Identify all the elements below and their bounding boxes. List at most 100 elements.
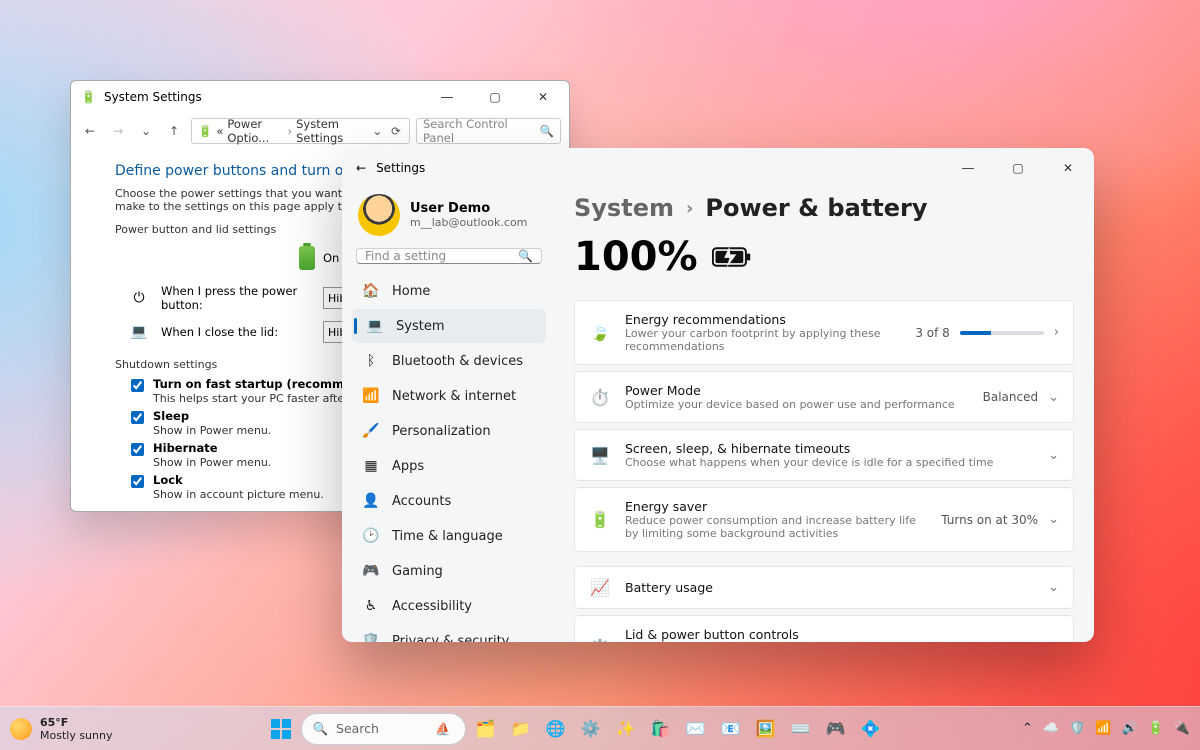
defender-icon[interactable]: 🛡️ xyxy=(1069,721,1085,736)
sidebar-item-gaming[interactable]: 🎮Gaming xyxy=(352,554,546,588)
chevron-icon: ⌄ xyxy=(1048,580,1059,595)
store-icon[interactable]: 🛍️ xyxy=(646,714,676,744)
volume-icon[interactable]: 🔊 xyxy=(1121,721,1137,736)
sidebar-item-label: Time & language xyxy=(392,529,503,544)
row-icon: ⏻ xyxy=(127,286,151,310)
tray-chevron-icon[interactable]: ⌃ xyxy=(1022,721,1033,736)
sidebar-item-label: Gaming xyxy=(392,564,443,579)
nav-history-button[interactable]: ⌄ xyxy=(135,120,157,142)
sidebar-item-system[interactable]: 💻System xyxy=(352,309,546,343)
weather-cond: Mostly sunny xyxy=(40,729,112,742)
chevron-icon: ⌄ xyxy=(1048,448,1059,463)
sidebar-item-privacy-security[interactable]: 🛡️Privacy & security xyxy=(352,624,546,642)
battery-full-icon xyxy=(712,244,752,270)
card-title: Screen, sleep, & hibernate timeouts xyxy=(625,441,1034,456)
onedrive-icon[interactable]: ☁️ xyxy=(1043,721,1059,736)
cp-search-placeholder: Search Control Panel xyxy=(423,117,540,145)
sidebar-item-network-internet[interactable]: 📶Network & internet xyxy=(352,379,546,413)
copilot-icon[interactable]: ✨ xyxy=(611,714,641,744)
settings-card-battery-usage[interactable]: 📈Battery usage⌄ xyxy=(574,566,1074,609)
minimize-button[interactable]: ― xyxy=(948,154,988,182)
settings-card-energy-saver[interactable]: 🔋Energy saverReduce power consumption an… xyxy=(574,487,1074,552)
chevron-icon: › xyxy=(1054,325,1059,340)
power-tray-icon[interactable]: 🔌 xyxy=(1174,721,1190,736)
settings-titlebar[interactable]: ← Settings ― ▢ ✕ xyxy=(342,148,1094,188)
start-button[interactable] xyxy=(266,714,296,744)
close-button[interactable]: ✕ xyxy=(523,83,563,111)
taskbar-search[interactable]: 🔍 Search ⛵ xyxy=(301,713,465,745)
photos-icon[interactable]: 🖼️ xyxy=(751,714,781,744)
card-desc: Lower your carbon footprint by applying … xyxy=(625,327,901,353)
sidebar-item-home[interactable]: 🏠Home xyxy=(352,274,546,308)
sidebar-item-label: Personalization xyxy=(392,424,491,439)
system-tray[interactable]: ⌃ ☁️ 🛡️ 📶 🔊 🔋 🔌 xyxy=(1022,721,1190,736)
task-view-button[interactable]: 🗂️ xyxy=(471,714,501,744)
maximize-button[interactable]: ▢ xyxy=(998,154,1038,182)
nav-forward-button[interactable]: → xyxy=(107,120,129,142)
sidebar-item-bluetooth-devices[interactable]: ᛒBluetooth & devices xyxy=(352,344,546,378)
outlook-icon[interactable]: 📧 xyxy=(716,714,746,744)
settings-card-screen-sleep-hibernate-timeouts[interactable]: 🖥️Screen, sleep, & hibernate timeoutsCho… xyxy=(574,429,1074,481)
settings-card-power-mode[interactable]: ⏱️Power ModeOptimize your device based o… xyxy=(574,371,1074,423)
sidebar-item-accessibility[interactable]: ♿ Accessibility xyxy=(352,589,546,623)
chart-icon: 📈 xyxy=(589,578,611,597)
profile-block[interactable]: User Demo m__lab@outlook.com xyxy=(352,188,546,248)
sidebar-item-label: System xyxy=(396,319,444,334)
sidebar-item-personalization[interactable]: 🖌️ Personalization xyxy=(352,414,546,448)
mail-icon[interactable]: ✉️ xyxy=(681,714,711,744)
checkbox[interactable] xyxy=(131,411,144,424)
sidebar-item-accounts[interactable]: 👤Accounts xyxy=(352,484,546,518)
app-icon[interactable]: 💠 xyxy=(856,714,886,744)
nav-back-button[interactable]: ← xyxy=(79,120,101,142)
settings-icon[interactable]: ⚙️ xyxy=(576,714,606,744)
privacy-security-icon: 🛡️ xyxy=(362,632,380,642)
battery-icon xyxy=(299,246,315,270)
checkbox[interactable] xyxy=(131,379,144,392)
sidebar-item-time-language[interactable]: 🕑Time & language xyxy=(352,519,546,553)
profile-name: User Demo xyxy=(410,201,527,216)
list-icon: ⚙️ xyxy=(589,638,611,642)
chevron-icon: ⌄ xyxy=(1048,390,1059,405)
personalization-icon: 🖌️ xyxy=(362,422,380,440)
wifi-icon[interactable]: 📶 xyxy=(1095,721,1111,736)
breadcrumb-page: Power & battery xyxy=(705,194,927,222)
accessibility-icon: ♿ xyxy=(362,597,380,615)
card-trail-text: Turns on at 30% xyxy=(941,513,1038,527)
chevron-icon: ⌄ xyxy=(1048,512,1059,527)
settings-window: ← Settings ― ▢ ✕ User Demo m__lab@outloo… xyxy=(342,148,1094,642)
avatar-icon xyxy=(358,194,400,236)
xbox-icon[interactable]: 🎮 xyxy=(821,714,851,744)
check-desc: Show in account picture menu. xyxy=(153,487,324,501)
minimize-button[interactable]: ― xyxy=(427,83,467,111)
sidebar-item-label: Apps xyxy=(392,459,424,474)
card-desc: Reduce power consumption and increase ba… xyxy=(625,514,927,540)
address-bar[interactable]: 🔋 « Power Optio... › System Settings ⌄ ⟳ xyxy=(191,118,410,144)
settings-card-energy-recommendations[interactable]: 🍃Energy recommendationsLower your carbon… xyxy=(574,300,1074,365)
cp-titlebar[interactable]: 🔋 System Settings ― ▢ ✕ xyxy=(71,81,569,113)
breadcrumb-root[interactable]: System xyxy=(574,194,674,222)
sidebar-item-label: Accessibility xyxy=(392,599,472,614)
battery-tray-icon[interactable]: 🔋 xyxy=(1148,721,1164,736)
explorer-icon[interactable]: 📁 xyxy=(506,714,536,744)
address-crumb-1[interactable]: Power Optio... xyxy=(227,117,283,145)
settings-search-input[interactable]: Find a setting 🔍 xyxy=(356,248,542,264)
maximize-button[interactable]: ▢ xyxy=(475,83,515,111)
saver-icon: 🔋 xyxy=(589,510,611,529)
settings-back-button[interactable]: ← xyxy=(356,161,366,175)
terminal-icon[interactable]: ⌨️ xyxy=(786,714,816,744)
checkbox[interactable] xyxy=(131,443,144,456)
refresh-button[interactable]: ⟳ xyxy=(389,124,403,138)
sidebar-item-apps[interactable]: ▦Apps xyxy=(352,449,546,483)
settings-card-lid-power-button-controls[interactable]: ⚙️Lid & power button controlsChoose what… xyxy=(574,615,1074,642)
breadcrumb-sep-icon: › xyxy=(288,124,293,138)
weather-widget[interactable]: 65°F Mostly sunny xyxy=(10,716,130,742)
address-crumb-2[interactable]: System Settings xyxy=(296,117,362,145)
address-dropdown-icon[interactable]: ⌄ xyxy=(370,120,385,142)
nav-up-button[interactable]: ↑ xyxy=(163,120,185,142)
checkbox[interactable] xyxy=(131,475,144,488)
edge-icon[interactable]: 🌐 xyxy=(541,714,571,744)
taskbar-search-placeholder: Search xyxy=(336,721,379,736)
settings-sidebar: User Demo m__lab@outlook.com Find a sett… xyxy=(342,188,556,642)
cp-search-input[interactable]: Search Control Panel 🔍 xyxy=(416,118,561,144)
close-button[interactable]: ✕ xyxy=(1048,154,1088,182)
